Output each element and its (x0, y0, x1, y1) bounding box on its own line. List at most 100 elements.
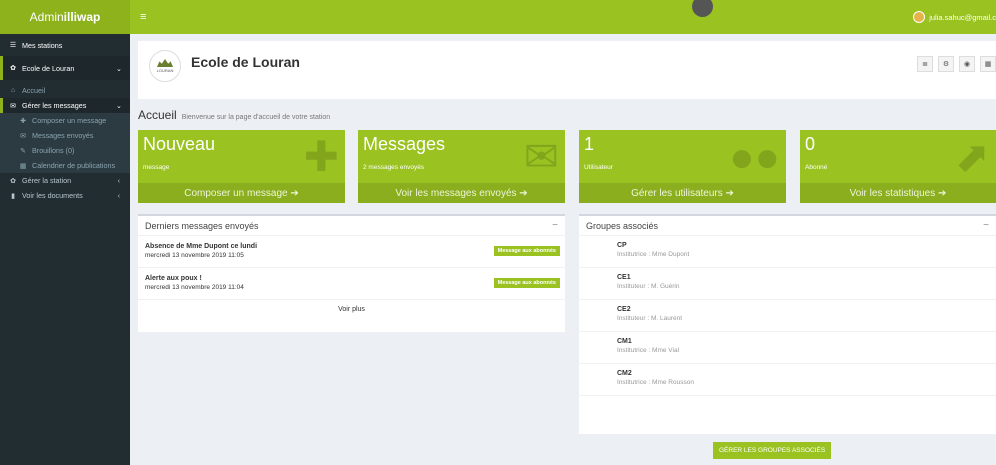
list-item: CM2 Institutrice : Mme Rousson (579, 364, 996, 396)
group-teacher: Instituteur : M. Guérin (617, 283, 680, 290)
sidebar: ☰ Mes stations ✿ Ecole de Louran ⌄ ⌂ Acc… (0, 34, 130, 465)
manage-groups-button[interactable]: GÉRER LES GROUPES ASSOCIÉS (713, 442, 832, 459)
globe-icon: ◉ (963, 61, 971, 68)
stat-box-nouveau: Nouveau message ✚ Composer un message ➔ (138, 130, 345, 203)
sidebar-item-school[interactable]: ✿ Ecole de Louran ⌄ (0, 56, 130, 80)
sidebar-item-composer[interactable]: ✚ Composer un message (0, 113, 130, 128)
panel-title: Derniers messages envoyés (145, 220, 259, 231)
envelope-icon: ✉ (523, 133, 559, 180)
page-heading-subtitle: Bienvenue sur la page d'accueil de votre… (181, 114, 331, 121)
stat-value: 1 (584, 134, 595, 154)
view-statistics-link[interactable]: Voir les statistiques ➔ (800, 183, 996, 203)
panel-header: Groupes associés − (579, 216, 996, 236)
gear-icon: ✿ (10, 177, 16, 185)
avatar (913, 11, 926, 23)
group-name: CE1 (617, 274, 631, 281)
list-item: CM1 Institutrice : Mme Vial (579, 332, 996, 364)
chart-line-icon: ⬈ (954, 133, 990, 180)
settings-button[interactable]: ⚙ (938, 56, 954, 72)
logo-text: LOURAN (156, 68, 174, 73)
stat-value: Messages (363, 134, 446, 154)
stat-value: Nouveau (143, 134, 216, 154)
stat-label: Utilisateur (584, 164, 613, 171)
list-item[interactable]: Alerte aux poux ! mercredi 13 novembre 2… (138, 268, 565, 300)
sidebar-item-label: Ecole de Louran (22, 63, 75, 73)
user-menu[interactable]: julia.sahuc@gmail.c (913, 0, 996, 34)
brand-bold: illiwap (63, 10, 101, 24)
calendar-button[interactable]: ▦ (980, 56, 996, 72)
panel-title: Groupes associés (586, 220, 659, 231)
menu-toggle-icon[interactable]: ≡ (140, 11, 146, 23)
panel-header: Derniers messages envoyés − (138, 216, 565, 236)
sidebar-item-brouillons[interactable]: ✎ Brouillons (0) (0, 143, 130, 158)
calendar-icon: ▦ (984, 61, 992, 68)
group-name: CE2 (617, 306, 631, 313)
sidebar-item-gerer-messages[interactable]: ✉ Gérer les messages ⌄ (0, 98, 130, 113)
chevron-left-icon: ‹ (117, 191, 120, 200)
group-name: CP (617, 242, 627, 249)
status-badge[interactable]: Message aux abonnés (493, 278, 560, 288)
sidebar-item-label: Accueil (22, 86, 46, 95)
collapse-icon[interactable]: − (983, 220, 989, 231)
list-icon: ≣ (922, 61, 928, 68)
group-teacher: Instituteur : M. Laurent (617, 315, 683, 322)
group-teacher: Institutrice : Mme Vial (617, 347, 680, 354)
plus-icon: ✚ (303, 133, 339, 180)
stat-box-messages: Messages 2 messages envoyés ✉ Voir les m… (358, 130, 565, 203)
see-more-link[interactable]: Voir plus (138, 300, 565, 313)
view-sent-messages-link[interactable]: Voir les messages envoyés ➔ (358, 183, 565, 203)
school-logo: LOURAN (149, 50, 181, 82)
top-navbar: ≡ julia.sahuc@gmail.c (130, 0, 996, 34)
home-icon: ⌂ (10, 87, 16, 94)
stat-label: message (143, 164, 170, 171)
list-item[interactable]: Absence de Mme Dupont ce lundi mercredi … (138, 236, 565, 268)
sidebar-item-label: Composer un message (32, 116, 107, 125)
status-badge[interactable]: Message aux abonnés (493, 246, 560, 256)
group-teacher: Institutrice : Mme Rousson (617, 379, 694, 386)
sidebar-item-label: Brouillons (0) (32, 146, 75, 155)
sidebar-item-gerer-station[interactable]: ✿ Gérer la station ‹ (0, 173, 130, 188)
chevron-down-icon: ⌄ (115, 63, 122, 73)
gear-icon: ✿ (10, 65, 16, 72)
sidebar-item-accueil[interactable]: ⌂ Accueil (0, 83, 130, 98)
page-heading-title: Accueil (138, 108, 177, 122)
sidebar-item-documents[interactable]: ▮ Voir les documents ‹ (0, 188, 130, 203)
user-email: julia.sahuc@gmail.c (929, 12, 996, 22)
brand-logo[interactable]: Admin illiwap (0, 0, 130, 34)
calendar-icon: ▦ (19, 162, 27, 170)
sidebar-item-label: Messages envoyés (32, 131, 94, 140)
manage-users-link[interactable]: Gérer les utilisateurs ➔ (579, 183, 786, 203)
sidebar-item-label: Voir les documents (22, 191, 83, 200)
envelope-icon: ✉ (10, 102, 16, 110)
brand-prefix: Admin (29, 10, 64, 24)
chevron-down-icon: ⌄ (115, 101, 122, 110)
sidebar-item-label: Gérer la station (22, 176, 72, 185)
station-header: LOURAN Ecole de Louran ≣ ⚙ ◉ ▦ (138, 41, 996, 99)
sidebar-item-label: Calendrier de publications (32, 161, 116, 170)
sidebar-item-label: Gérer les messages (22, 101, 87, 110)
recent-messages-panel: Derniers messages envoyés − Absence de M… (138, 214, 565, 332)
group-name: CM2 (617, 370, 632, 377)
page-heading: Accueil Bienvenue sur la page d'accueil … (138, 108, 330, 122)
list-item: CP Institutrice : Mme Dupont (579, 236, 996, 268)
collapse-icon[interactable]: − (552, 220, 558, 231)
users-icon: ●● (729, 133, 780, 180)
plus-icon: ✚ (20, 117, 26, 125)
group-teacher: Institutrice : Mme Dupont (617, 251, 690, 258)
globe-button[interactable]: ◉ (959, 56, 975, 72)
sidebar-item-calendrier[interactable]: ▦ Calendrier de publications (0, 158, 130, 173)
sidebar-item-label: Mes stations (22, 40, 63, 50)
stat-box-users: 1 Utilisateur ●● Gérer les utilisateurs … (579, 130, 786, 203)
pencil-icon: ✎ (20, 147, 26, 155)
stat-box-subscribers: 0 Abonné ⬈ Voir les statistiques ➔ (800, 130, 996, 203)
sidebar-item-stations[interactable]: ☰ Mes stations (0, 34, 130, 56)
stat-value: 0 (805, 134, 816, 154)
stat-label: Abonné (805, 164, 828, 171)
associated-groups-panel: Groupes associés − CP Institutrice : Mme… (579, 214, 996, 459)
list-icon: ☰ (9, 42, 17, 49)
gear-icon: ⚙ (942, 61, 950, 68)
sidebar-item-envoyes[interactable]: ✉ Messages envoyés (0, 128, 130, 143)
list-item: CE2 Instituteur : M. Laurent (579, 300, 996, 332)
list-button[interactable]: ≣ (917, 56, 933, 72)
compose-message-link[interactable]: Composer un message ➔ (138, 183, 345, 203)
